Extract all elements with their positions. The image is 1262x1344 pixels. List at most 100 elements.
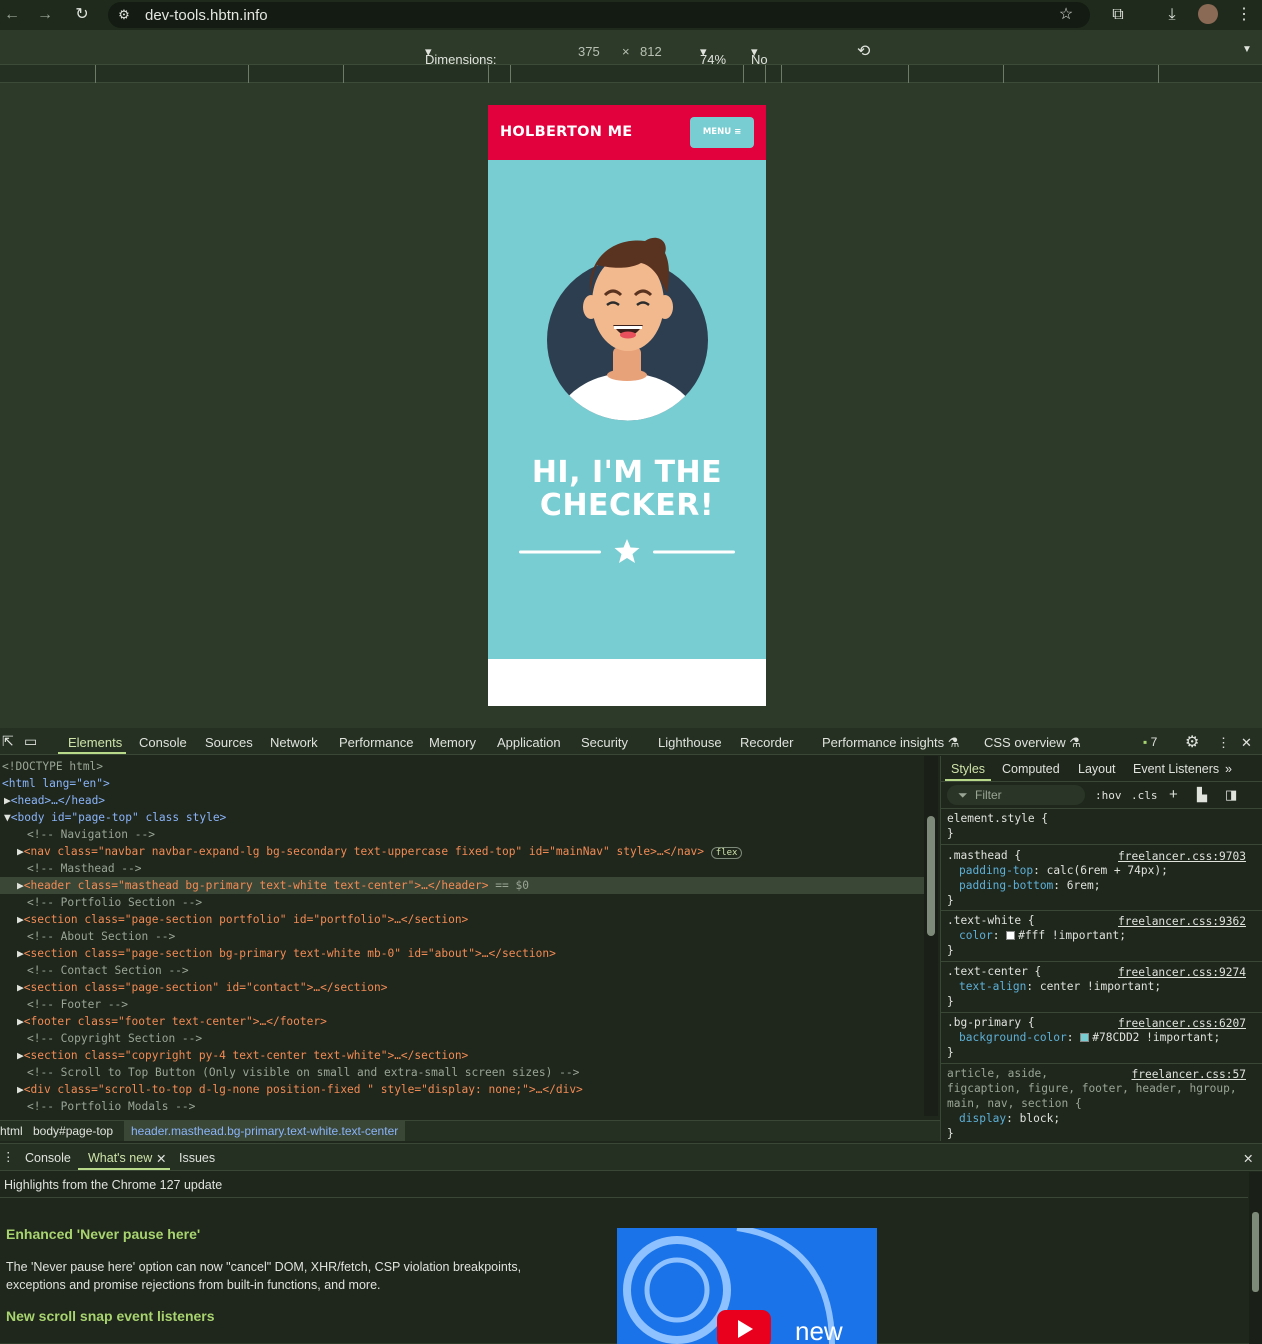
- dom-line[interactable]: <!-- Navigation -->: [27, 826, 155, 843]
- hov-toggle[interactable]: :hov: [1095, 789, 1122, 802]
- add-rule-icon[interactable]: +: [1169, 786, 1178, 803]
- drawer-tab-whats-new[interactable]: What's new: [88, 1151, 152, 1165]
- drawer-tab-issues[interactable]: Issues: [179, 1151, 215, 1165]
- tab-console[interactable]: Console: [139, 735, 187, 750]
- tab-styles[interactable]: Styles: [951, 762, 985, 776]
- drawer-scrollbar[interactable]: [1249, 1172, 1262, 1344]
- width-input[interactable]: 375: [578, 44, 600, 59]
- dom-line[interactable]: ▶<section class="page-section portfolio"…: [17, 911, 468, 928]
- dom-line[interactable]: <!-- Masthead -->: [27, 860, 142, 877]
- expand-arrow-icon[interactable]: ▶: [17, 913, 24, 926]
- source-link[interactable]: freelancer.css:57: [1131, 1068, 1246, 1081]
- drawer-tab-console[interactable]: Console: [25, 1151, 71, 1165]
- dom-line[interactable]: ▶<nav class="navbar navbar-expand-lg bg-…: [17, 843, 743, 860]
- source-link[interactable]: freelancer.css:6207: [1118, 1017, 1246, 1030]
- height-input[interactable]: 812: [640, 44, 662, 59]
- dom-line[interactable]: <!DOCTYPE html>: [2, 758, 103, 775]
- declaration[interactable]: padding-bottom: 6rem;: [947, 878, 1257, 893]
- tab-recorder[interactable]: Recorder: [740, 735, 793, 750]
- close-devtools-icon[interactable]: ✕: [1241, 735, 1252, 751]
- expand-arrow-icon[interactable]: ▶: [17, 1083, 24, 1096]
- site-info-icon[interactable]: ⚙: [114, 5, 134, 25]
- tab-event-listeners[interactable]: Event Listeners: [1133, 762, 1219, 776]
- menu-button[interactable]: MENU ≡: [690, 117, 754, 148]
- device-options-icon[interactable]: ▼: [1242, 44, 1252, 55]
- dom-line[interactable]: ▶<div class="scroll-to-top d-lg-none pos…: [17, 1081, 583, 1098]
- source-link[interactable]: freelancer.css:9274: [1118, 966, 1246, 979]
- dom-line[interactable]: <!-- Footer -->: [27, 996, 128, 1013]
- declaration[interactable]: display: block;: [947, 1111, 1237, 1126]
- rotate-icon[interactable]: ⟲: [857, 41, 870, 61]
- dom-line[interactable]: <!-- About Section -->: [27, 928, 175, 945]
- elements-tree[interactable]: <!DOCTYPE html> <html lang="en"> ▶<head>…: [0, 756, 924, 1118]
- address-bar[interactable]: ⚙ dev-tools.hbtn.info ☆: [108, 2, 1090, 28]
- expand-arrow-icon[interactable]: ▶: [17, 845, 24, 858]
- whats-new-video-thumbnail[interactable]: new: [617, 1228, 877, 1344]
- tab-layout[interactable]: Layout: [1078, 762, 1116, 776]
- zoom-select[interactable]: 74% ▾: [700, 44, 726, 67]
- dom-line-selected[interactable]: ▶<header class="masthead bg-primary text…: [17, 877, 529, 894]
- dom-line[interactable]: <!-- Contact Section -->: [27, 962, 189, 979]
- dimensions-select[interactable]: Dimensions: iPhone X ▾: [425, 44, 497, 82]
- color-swatch[interactable]: [1006, 931, 1016, 940]
- scrollbar-thumb[interactable]: [927, 816, 935, 936]
- close-tab-icon[interactable]: ✕: [156, 1151, 166, 1166]
- breadcrumb-body[interactable]: body#page-top: [33, 1124, 113, 1138]
- issues-counter[interactable]: ▪ 7: [1143, 735, 1157, 749]
- dom-line[interactable]: ▶<section class="page-section bg-primary…: [17, 945, 556, 962]
- tab-application[interactable]: Application: [497, 735, 561, 750]
- styles-filter-input[interactable]: ⏷ Filter: [947, 785, 1085, 805]
- source-link[interactable]: freelancer.css:9362: [1118, 915, 1246, 928]
- tab-elements[interactable]: Elements: [68, 735, 122, 750]
- whats-new-item-title[interactable]: New scroll snap event listeners: [6, 1308, 215, 1324]
- tab-memory[interactable]: Memory: [429, 735, 476, 750]
- throttling-select[interactable]: No throttling ▾: [751, 44, 801, 82]
- sidebar-toggle-icon[interactable]: ◨: [1225, 787, 1237, 803]
- declaration[interactable]: background-color: #78CDD2 !important;: [947, 1030, 1220, 1045]
- dom-line[interactable]: <!-- Copyright Section -->: [27, 1030, 202, 1047]
- dom-line[interactable]: <!-- Portfolio Section -->: [27, 894, 202, 911]
- elements-scrollbar[interactable]: [924, 756, 938, 1116]
- tab-css-overview[interactable]: CSS overview ⚗: [984, 735, 1081, 751]
- drawer-menu-icon[interactable]: ⋮: [2, 1149, 15, 1164]
- expand-arrow-icon[interactable]: ▶: [17, 1015, 24, 1028]
- site-brand[interactable]: HOLBERTON ME: [500, 124, 633, 140]
- device-toggle-icon[interactable]: ▭: [24, 733, 37, 750]
- flex-badge[interactable]: flex: [710, 847, 743, 859]
- dom-line[interactable]: ▶<head>…</head>: [4, 792, 105, 809]
- extensions-icon[interactable]: ⧉: [1108, 5, 1128, 25]
- inspect-element-icon[interactable]: ⇱: [2, 733, 14, 750]
- cls-toggle[interactable]: .cls: [1131, 789, 1158, 802]
- profile-avatar[interactable]: [1198, 4, 1218, 24]
- scrollbar-thumb[interactable]: [1252, 1212, 1259, 1292]
- source-link[interactable]: freelancer.css:9703: [1118, 850, 1246, 863]
- back-icon[interactable]: ←: [2, 5, 22, 25]
- dom-line[interactable]: ▶<section class="page-section" id="conta…: [17, 979, 387, 996]
- browser-menu-icon[interactable]: ⋮: [1234, 5, 1254, 25]
- dom-line[interactable]: ▼<body id="page-top" class style>: [4, 809, 226, 826]
- dom-line[interactable]: <!-- Portfolio Modals -->: [27, 1098, 195, 1115]
- color-swatch[interactable]: [1080, 1033, 1090, 1042]
- devtools-menu-icon[interactable]: ⋮: [1217, 735, 1230, 751]
- collapse-arrow-icon[interactable]: ▼: [4, 811, 11, 824]
- tab-lighthouse[interactable]: Lighthouse: [658, 735, 722, 750]
- dom-line[interactable]: <html lang="en">: [2, 775, 110, 792]
- expand-arrow-icon[interactable]: ▶: [17, 1049, 24, 1062]
- expand-arrow-icon[interactable]: ▶: [17, 879, 24, 892]
- tab-performance[interactable]: Performance: [339, 735, 413, 750]
- expand-arrow-icon[interactable]: ▶: [17, 947, 24, 960]
- download-icon[interactable]: ⤓: [1162, 5, 1182, 25]
- reload-icon[interactable]: ↻: [72, 5, 92, 25]
- breadcrumb-html[interactable]: html: [0, 1124, 23, 1138]
- paint-brush-icon[interactable]: ▙: [1197, 787, 1207, 803]
- dom-line[interactable]: ▶<footer class="footer text-center">…</f…: [17, 1013, 327, 1030]
- declaration[interactable]: text-align: center !important;: [947, 979, 1161, 994]
- declaration[interactable]: padding-top: calc(6rem + 74px);: [947, 863, 1257, 878]
- style-rule-text-white[interactable]: .text-white { color: #fff !important; }: [947, 913, 1126, 958]
- media-query-ruler[interactable]: [0, 64, 1262, 84]
- settings-gear-icon[interactable]: ⚙: [1185, 732, 1199, 752]
- dom-line[interactable]: ▶<section class="copyright py-4 text-cen…: [17, 1047, 468, 1064]
- tab-computed[interactable]: Computed: [1002, 762, 1060, 776]
- close-drawer-icon[interactable]: ✕: [1243, 1151, 1253, 1166]
- breadcrumb-header[interactable]: header.masthead.bg-primary.text-white.te…: [124, 1121, 406, 1141]
